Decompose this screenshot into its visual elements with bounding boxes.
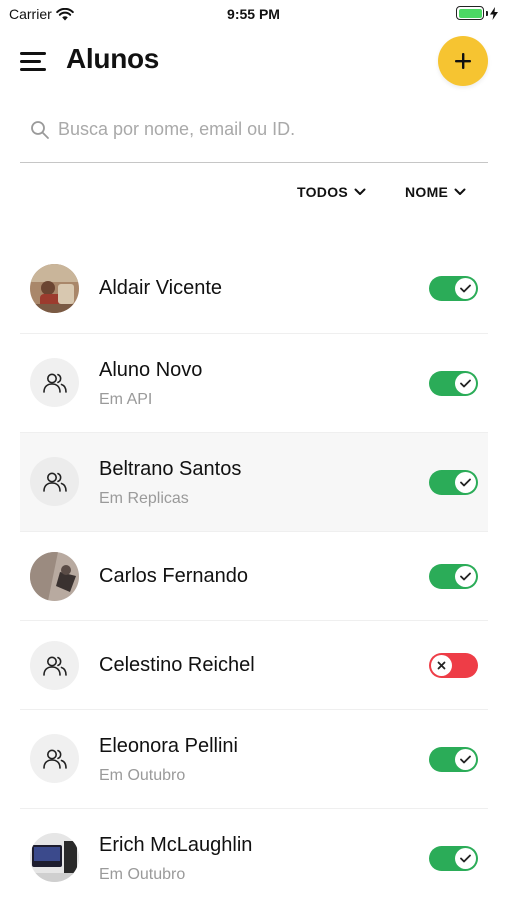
student-row[interactable]: Aldair Vicente [20, 244, 488, 334]
search-icon [31, 121, 49, 139]
group-icon [30, 457, 79, 506]
hamburger-menu-icon[interactable] [20, 52, 46, 72]
avatar [30, 833, 79, 882]
app-header: Alunos [0, 34, 507, 90]
check-icon [460, 379, 471, 388]
status-toggle[interactable] [429, 747, 478, 772]
status-toggle[interactable] [429, 276, 478, 301]
student-subtitle: Em Outubro [99, 767, 186, 784]
status-filter-label: TODOS [297, 184, 349, 200]
check-icon [460, 572, 471, 581]
search-input[interactable] [58, 114, 478, 144]
status-toggle[interactable] [429, 653, 478, 678]
student-name: Eleonora Pellini [99, 735, 238, 757]
group-icon [30, 734, 79, 783]
student-row[interactable]: Eleonora Pellini Em Outubro [20, 710, 488, 809]
student-name: Carlos Fernando [99, 565, 248, 587]
student-row[interactable]: Celestino Reichel [20, 621, 488, 710]
status-toggle[interactable] [429, 564, 478, 589]
group-icon [30, 641, 79, 690]
check-icon [460, 478, 471, 487]
page-title: Alunos [66, 43, 160, 74]
sort-dropdown[interactable]: NOME [405, 184, 466, 200]
sort-label: NOME [405, 184, 449, 200]
student-name: Beltrano Santos [99, 458, 242, 480]
student-row[interactable]: Carlos Fernando [20, 532, 488, 621]
check-icon [460, 284, 471, 293]
check-icon [460, 755, 471, 764]
status-toggle[interactable] [429, 371, 478, 396]
status-toggle[interactable] [429, 846, 478, 871]
battery-indicator [456, 6, 498, 20]
battery-icon [456, 6, 484, 20]
student-name: Celestino Reichel [99, 654, 255, 676]
avatar [30, 264, 79, 313]
search-bar [20, 106, 488, 163]
student-row[interactable]: Beltrano Santos Em Replicas [20, 433, 488, 532]
chevron-down-icon [354, 188, 366, 195]
status-filter-dropdown[interactable]: TODOS [297, 184, 366, 200]
student-name: Aldair Vicente [99, 277, 223, 299]
student-name: Aluno Novo [99, 359, 203, 381]
check-icon [460, 854, 471, 863]
group-icon [30, 358, 79, 407]
student-row[interactable]: Aluno Novo Em API [20, 334, 488, 433]
status-time: 9:55 PM [227, 6, 280, 22]
student-subtitle: Em Outubro [99, 866, 186, 883]
plus-icon [455, 53, 471, 69]
bolt-icon [490, 6, 498, 20]
student-name: Erich McLaughlin [99, 834, 253, 856]
close-icon [437, 661, 446, 670]
status-toggle[interactable] [429, 470, 478, 495]
avatar [30, 552, 79, 601]
chevron-down-icon [454, 188, 466, 195]
add-student-button[interactable] [438, 36, 488, 86]
student-list: Aldair Vicente Aluno Novo Em API Beltran… [20, 244, 488, 900]
student-row[interactable]: Erich McLaughlin Em Outubro [20, 809, 488, 900]
student-subtitle: Em API [99, 391, 153, 408]
status-bar: Carrier 9:55 PM [0, 0, 507, 28]
student-subtitle: Em Replicas [99, 490, 189, 507]
